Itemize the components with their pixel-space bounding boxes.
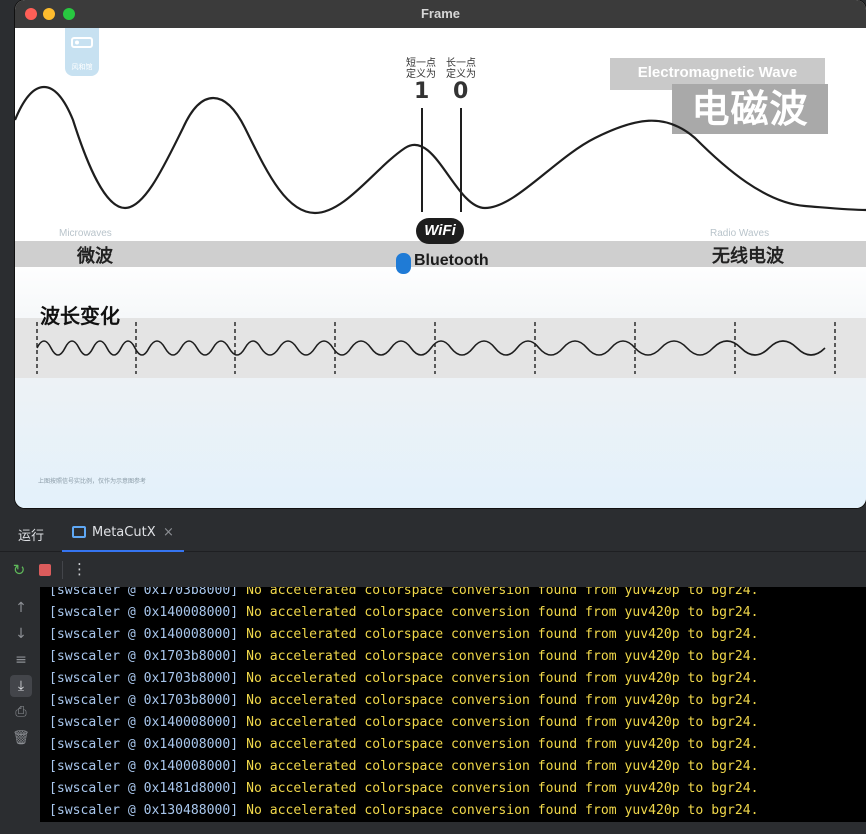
electromagnetic-wave-line	[15, 86, 866, 215]
log-message: No accelerated colorspace conversion fou…	[238, 671, 759, 686]
scroll-to-end-icon[interactable]: ⤓	[10, 675, 32, 697]
more-options-icon[interactable]: ⋮	[72, 560, 87, 578]
console-line: [swscaler @ 0x1703b8000] No accelerated …	[49, 646, 759, 668]
log-source: [swscaler @ 0x1703b8000]	[49, 587, 239, 598]
log-message: No accelerated colorspace conversion fou…	[238, 587, 759, 598]
video-caption: 上图按照信号实比例，仅作为示意图参考	[38, 478, 147, 485]
log-source: [swscaler @ 0x1703b8000]	[49, 693, 239, 708]
run-tool-window-header: 运行 MetaCutX ×	[0, 516, 866, 552]
console-line: [swscaler @ 0x1703b8000] No accelerated …	[49, 587, 759, 602]
console-line: [swscaler @ 0x140008000] No accelerated …	[49, 712, 759, 734]
video-frame-window: Frame 风和馆 短一点 定义为 长一点 定义为 1 0 Electromag…	[15, 0, 866, 508]
log-message: No accelerated colorspace conversion fou…	[238, 737, 759, 752]
arrow-up-icon[interactable]: ↑	[10, 597, 32, 619]
print-icon[interactable]: ⎙	[10, 701, 32, 723]
log-source: [swscaler @ 0x140008000]	[49, 715, 239, 730]
tab-metacutx[interactable]: MetaCutX ×	[62, 516, 184, 552]
log-message: No accelerated colorspace conversion fou…	[238, 759, 759, 774]
log-source: [swscaler @ 0x1481d8000]	[49, 781, 239, 796]
run-config-icon	[72, 526, 86, 538]
console-line: [swscaler @ 0x140008000] No accelerated …	[49, 756, 759, 778]
trash-icon[interactable]: 🗑	[10, 727, 32, 749]
console-line: [swscaler @ 0x140008000] No accelerated …	[49, 602, 759, 624]
wavelength-title: 波长变化	[40, 304, 120, 328]
panel-bottom-edge	[40, 822, 866, 834]
video-content: 风和馆 短一点 定义为 长一点 定义为 1 0 Electromagnetic …	[15, 28, 866, 508]
log-source: [swscaler @ 0x140008000]	[49, 737, 239, 752]
bluetooth-label: Bluetooth	[414, 252, 489, 269]
wavelength-wave-line	[36, 340, 826, 356]
window-title: Frame	[420, 6, 461, 21]
tab-label: MetaCutX	[92, 525, 156, 540]
console-line: [swscaler @ 0x130488000] No accelerated …	[49, 800, 759, 822]
log-source: [swscaler @ 0x1703b8000]	[49, 671, 239, 686]
log-message: No accelerated colorspace conversion fou…	[238, 605, 759, 620]
console-line: [swscaler @ 0x140008000] No accelerated …	[49, 624, 759, 646]
log-source: [swscaler @ 0x140008000]	[49, 627, 239, 642]
console-side-toolbar: ↑ ↓ ≡ ⤓ ⎙ 🗑	[0, 587, 40, 834]
rerun-icon[interactable]: ↻	[11, 562, 27, 578]
stop-icon[interactable]	[39, 564, 51, 576]
log-source: [swscaler @ 0x140008000]	[49, 605, 239, 620]
wavelength-dividers	[36, 322, 836, 374]
console-line: [swscaler @ 0x1703b8000] No accelerated …	[49, 690, 759, 712]
log-source: [swscaler @ 0x140008000]	[49, 759, 239, 774]
log-message: No accelerated colorspace conversion fou…	[238, 803, 759, 818]
toolbar-separator	[62, 561, 63, 579]
console-line: [swscaler @ 0x1481d8000] No accelerated …	[49, 778, 759, 800]
run-tool-window-title: 运行	[18, 529, 45, 544]
close-tab-icon[interactable]: ×	[163, 525, 174, 540]
bluetooth-icon	[396, 253, 411, 274]
log-source: [swscaler @ 0x130488000]	[49, 803, 239, 818]
log-message: No accelerated colorspace conversion fou…	[238, 693, 759, 708]
log-message: No accelerated colorspace conversion fou…	[238, 781, 759, 796]
log-message: No accelerated colorspace conversion fou…	[238, 649, 759, 664]
wifi-logo: WiFi	[416, 218, 464, 244]
console-line: [swscaler @ 0x1703b8000] No accelerated …	[49, 668, 759, 690]
soft-wrap-icon[interactable]: ≡	[10, 649, 32, 671]
console-output[interactable]: [swscaler @ 0x1703b8000] No accelerated …	[40, 587, 866, 822]
log-source: [swscaler @ 0x1703b8000]	[49, 649, 239, 664]
window-titlebar[interactable]: Frame	[15, 0, 866, 28]
console-line: [swscaler @ 0x140008000] No accelerated …	[49, 734, 759, 756]
log-message: No accelerated colorspace conversion fou…	[238, 715, 759, 730]
log-message: No accelerated colorspace conversion fou…	[238, 627, 759, 642]
arrow-down-icon[interactable]: ↓	[10, 623, 32, 645]
run-toolbar: ↻ ⋮	[0, 553, 866, 587]
